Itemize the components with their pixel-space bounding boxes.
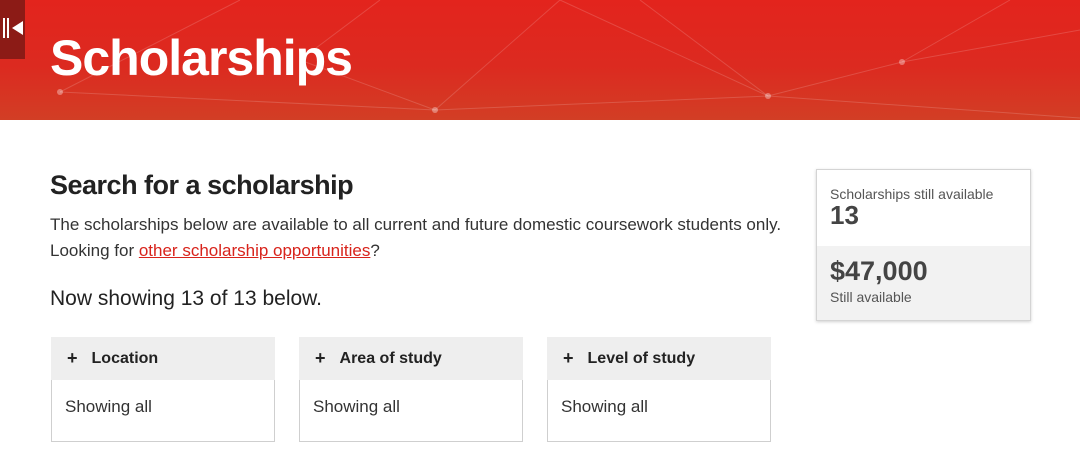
filter-label: Location (91, 349, 159, 367)
collapse-sidebar-icon (3, 18, 9, 38)
stats-amount-section: $47,000 Still available (817, 246, 1030, 320)
filter-location-toggle[interactable]: + Location (51, 337, 275, 380)
filter-value: Showing all (51, 380, 275, 442)
page-banner: Scholarships (0, 0, 1080, 120)
stats-amount: $47,000 (830, 256, 928, 286)
results-count-text: Now showing 13 of 13 below. (50, 287, 323, 310)
scholarship-stats-card: Scholarships still available 13 $47,000 … (816, 169, 1031, 321)
filter-area-of-study: + Area of study Showing all (299, 337, 523, 442)
sidebar-toggle-button[interactable] (0, 0, 25, 59)
filter-level-of-study: + Level of study Showing all (547, 337, 771, 442)
filter-label: Area of study (339, 349, 442, 367)
filter-value: Showing all (299, 380, 523, 442)
plus-icon: + (315, 348, 326, 368)
stats-amount-label: Still available (830, 289, 912, 305)
looking-prefix: Looking for (50, 241, 139, 260)
other-opportunities-link[interactable]: other scholarship opportunities (139, 241, 371, 260)
search-heading: Search for a scholarship (50, 170, 354, 200)
looking-suffix: ? (370, 241, 380, 260)
filter-label: Level of study (587, 349, 696, 367)
description-text: The scholarships below are available to … (50, 215, 782, 234)
plus-icon: + (67, 348, 78, 368)
filter-value: Showing all (547, 380, 771, 442)
filter-area-of-study-toggle[interactable]: + Area of study (299, 337, 523, 380)
arrow-left-icon (12, 21, 23, 35)
filter-location: + Location Showing all (51, 337, 275, 442)
stats-available-count: 13 (830, 200, 859, 230)
stats-available-label: Scholarships still available (830, 186, 994, 202)
plus-icon: + (563, 348, 574, 368)
filter-level-of-study-toggle[interactable]: + Level of study (547, 337, 771, 380)
stats-available-section: Scholarships still available 13 (817, 170, 1030, 246)
search-description: The scholarships below are available to … (50, 212, 790, 264)
page-title: Scholarships (50, 30, 353, 86)
other-opportunities-line: Looking for other scholarship opportunit… (50, 238, 790, 264)
